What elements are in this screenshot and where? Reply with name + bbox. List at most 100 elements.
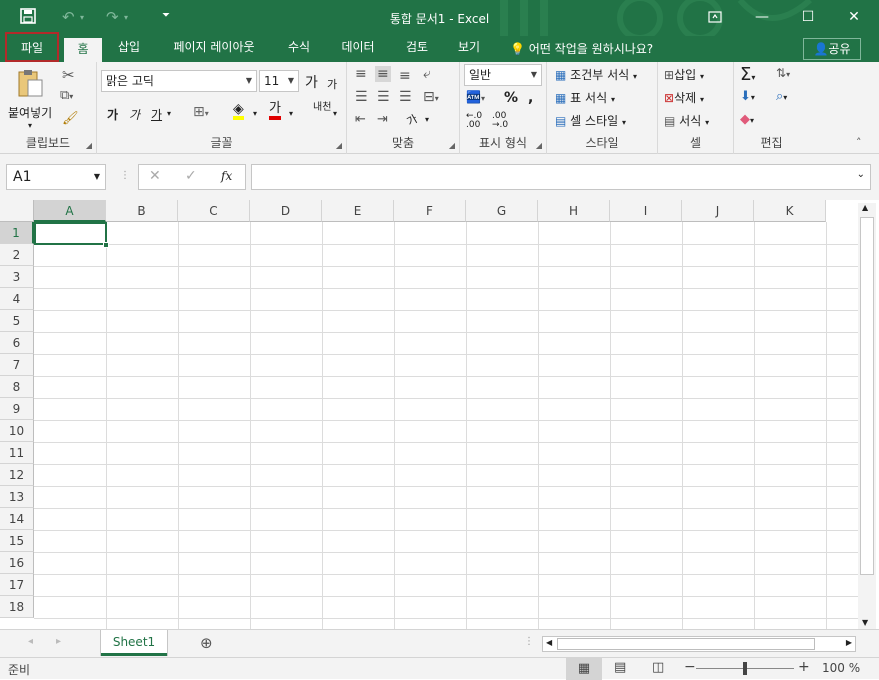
column-header-g[interactable]: G xyxy=(466,200,538,222)
horizontal-scrollbar[interactable]: ◀ ▶ xyxy=(542,636,856,652)
align-left-icon[interactable]: ☰ xyxy=(355,89,368,105)
tab-insert[interactable]: 삽입 xyxy=(108,36,150,62)
underline-button[interactable]: 가 xyxy=(151,106,162,123)
scroll-left-icon[interactable]: ◀ xyxy=(546,638,552,647)
column-header-b[interactable]: B xyxy=(106,200,178,222)
vertical-scroll-thumb[interactable] xyxy=(860,217,874,575)
orientation-dropdown-icon[interactable]: ▾ xyxy=(425,115,429,124)
worksheet-grid[interactable]: ABCDEFGHIJK 1 2 3 4 5 6 7 8 9 10 11 12 13 14 15 16 17 18 xyxy=(0,200,858,629)
row-header-13[interactable]: 13 xyxy=(0,486,34,508)
border-icon[interactable]: ⊞▾ xyxy=(193,104,209,120)
column-header-a[interactable]: A xyxy=(34,200,106,222)
tab-page-layout[interactable]: 페이지 레이아웃 xyxy=(160,36,268,62)
fill-handle[interactable] xyxy=(103,242,109,248)
font-launcher-icon[interactable]: ◢ xyxy=(336,141,342,150)
column-header-k[interactable]: K xyxy=(754,200,826,222)
zoom-out-icon[interactable]: − xyxy=(684,659,696,675)
cut-icon[interactable]: ✂ xyxy=(62,66,75,84)
conditional-format-button[interactable]: ▦ 조건부 서식 ▾ xyxy=(555,66,637,83)
row-header-6[interactable]: 6 xyxy=(0,332,34,354)
collapse-ribbon-icon[interactable]: ˄ xyxy=(856,136,862,149)
column-header-e[interactable]: E xyxy=(322,200,394,222)
font-size-combo[interactable]: 11 ▼ xyxy=(259,70,299,92)
zoom-level[interactable]: 100 % xyxy=(822,661,860,675)
scroll-up-icon[interactable]: ▲ xyxy=(862,203,868,212)
column-header-j[interactable]: J xyxy=(682,200,754,222)
minimize-icon[interactable]: — xyxy=(747,6,777,28)
font-color-button[interactable]: 가 xyxy=(269,102,281,120)
increase-indent-icon[interactable]: ⇥ xyxy=(377,112,388,127)
row-header-12[interactable]: 12 xyxy=(0,464,34,486)
alignment-launcher-icon[interactable]: ◢ xyxy=(449,141,455,150)
row-header-15[interactable]: 15 xyxy=(0,530,34,552)
column-header-f[interactable]: F xyxy=(394,200,466,222)
vertical-scrollbar[interactable]: ▲ ▼ xyxy=(858,203,876,629)
enter-icon[interactable]: ✓ xyxy=(185,168,197,184)
row-header-2[interactable]: 2 xyxy=(0,244,34,266)
number-launcher-icon[interactable]: ◢ xyxy=(536,141,542,150)
align-middle-icon[interactable]: ≡ xyxy=(375,66,391,82)
font-name-combo[interactable]: 맑은 고딕 ▼ xyxy=(101,70,257,92)
column-header-h[interactable]: H xyxy=(538,200,610,222)
zoom-slider-thumb[interactable] xyxy=(743,662,747,675)
merge-center-icon[interactable]: ⊟▾ xyxy=(423,89,439,105)
row-header-4[interactable]: 4 xyxy=(0,288,34,310)
column-header-d[interactable]: D xyxy=(250,200,322,222)
align-top-icon[interactable]: ≡ xyxy=(355,66,367,82)
name-box[interactable]: A1 ▼ xyxy=(6,164,106,190)
insert-function-button[interactable]: fx xyxy=(221,169,232,183)
row-header-7[interactable]: 7 xyxy=(0,354,34,376)
column-header-c[interactable]: C xyxy=(178,200,250,222)
fill-icon[interactable]: ⬇▾ xyxy=(740,89,755,104)
clear-icon[interactable]: ◆▾ xyxy=(740,112,754,127)
paste-button[interactable]: 붙여넣기 ▾ xyxy=(8,66,52,130)
row-header-8[interactable]: 8 xyxy=(0,376,34,398)
cell-styles-button[interactable]: ▤ 셀 스타일 ▾ xyxy=(555,112,626,129)
row-header-18[interactable]: 18 xyxy=(0,596,34,618)
format-as-table-button[interactable]: ▦ 표 서식 ▾ xyxy=(555,89,615,106)
sheet-tab-sheet1[interactable]: Sheet1 xyxy=(101,630,167,656)
selected-cell-a1[interactable] xyxy=(34,222,107,245)
wrap-text-icon[interactable]: ⤶ xyxy=(423,66,431,82)
select-all-corner[interactable] xyxy=(0,200,34,222)
find-select-icon[interactable]: ⌕▾ xyxy=(776,89,787,104)
share-button[interactable]: 👤공유 xyxy=(803,38,861,60)
copy-icon[interactable]: ⧉▾ xyxy=(60,88,73,103)
formula-input[interactable]: ⌄ xyxy=(251,164,871,190)
tab-home[interactable]: 홈 xyxy=(64,38,102,62)
column-header-i[interactable]: I xyxy=(610,200,682,222)
fill-color-icon[interactable]: ◈ xyxy=(233,102,244,120)
drag-handle-icon[interactable]: ⋮ xyxy=(120,170,130,181)
new-sheet-icon[interactable]: ⊕ xyxy=(200,634,213,652)
horizontal-scroll-thumb[interactable] xyxy=(557,638,815,650)
format-cells-button[interactable]: ▤ 서식 ▾ xyxy=(664,112,709,129)
close-icon[interactable]: ✕ xyxy=(839,6,869,28)
comma-icon[interactable]: , xyxy=(528,90,533,106)
row-header-16[interactable]: 16 xyxy=(0,552,34,574)
tab-review[interactable]: 검토 xyxy=(398,36,436,62)
tab-file[interactable]: 파일 xyxy=(5,32,59,62)
page-layout-view-icon[interactable]: ▤ xyxy=(614,660,626,675)
ribbon-display-icon[interactable] xyxy=(700,6,730,28)
scroll-down-icon[interactable]: ▼ xyxy=(862,618,868,627)
italic-button[interactable]: 가 xyxy=(129,106,140,123)
tab-data[interactable]: 데이터 xyxy=(330,36,386,62)
tab-formulas[interactable]: 수식 xyxy=(280,36,318,62)
fill-dropdown-icon[interactable]: ▾ xyxy=(253,109,257,118)
autosum-icon[interactable]: Σ▾ xyxy=(740,64,755,85)
expand-formula-icon[interactable]: ⌄ xyxy=(857,169,865,180)
decrease-decimal-icon[interactable]: .00 →.0 xyxy=(492,112,508,130)
prev-sheet-icon[interactable]: ◂ xyxy=(28,636,33,647)
row-header-3[interactable]: 3 xyxy=(0,266,34,288)
orientation-button[interactable]: 가 xyxy=(404,111,421,130)
number-format-combo[interactable]: 일반 ▼ xyxy=(464,64,542,86)
shrink-font-button[interactable]: 가 xyxy=(327,76,337,92)
tell-me-box[interactable]: 💡 어떤 작업을 원하시나요? xyxy=(510,40,653,57)
phonetic-dropdown-icon[interactable]: ▾ xyxy=(333,109,337,118)
page-break-view-icon[interactable]: ◫ xyxy=(652,660,664,675)
percent-icon[interactable]: % xyxy=(504,90,518,106)
delete-cells-button[interactable]: ⊠삭제 ▾ xyxy=(664,89,704,106)
split-handle-icon[interactable]: ⋮ xyxy=(524,636,534,647)
insert-cells-button[interactable]: ⊞삽입 ▾ xyxy=(664,66,704,83)
row-header-17[interactable]: 17 xyxy=(0,574,34,596)
